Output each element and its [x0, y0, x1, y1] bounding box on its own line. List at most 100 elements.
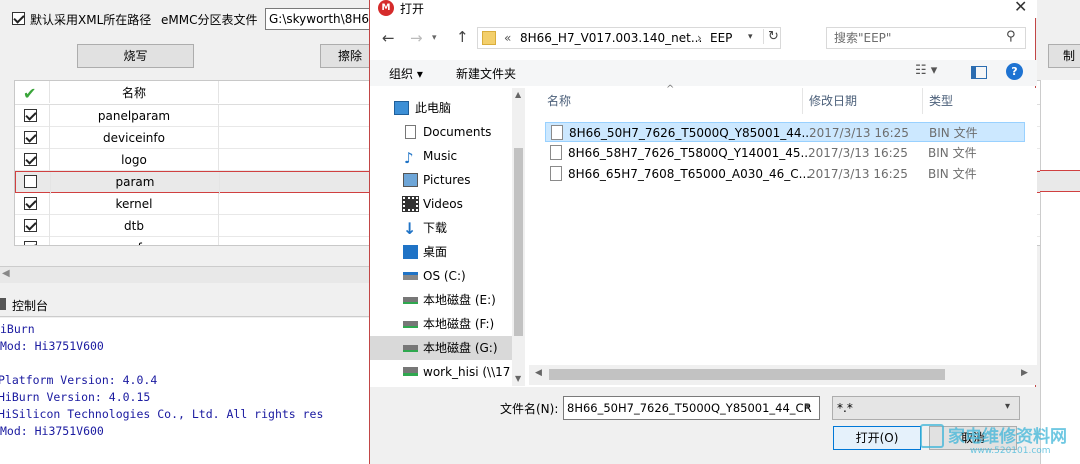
row-checkbox[interactable]: [24, 241, 37, 245]
nav-item-drive-f[interactable]: 本地磁盘 (F:): [370, 312, 512, 336]
console-tab[interactable]: 控制台: [12, 297, 48, 314]
console-line: HiSilicon Technologies Co., Ltd. All rig…: [0, 407, 324, 421]
nav-scrollbar[interactable]: ▲ ▼: [512, 88, 525, 386]
nav-item-label: Videos: [423, 197, 463, 211]
partition-name: deviceinfo: [103, 131, 165, 145]
nav-item-downloads[interactable]: ↓ 下载: [370, 216, 512, 240]
up-icon[interactable]: ↑: [456, 28, 469, 46]
nav-item-drive-g[interactable]: 本地磁盘 (G:): [370, 336, 512, 360]
default-xml-checkbox[interactable]: [12, 12, 25, 25]
horizontal-scrollbar[interactable]: ◀: [0, 266, 370, 283]
make-button[interactable]: 制: [1048, 44, 1080, 68]
preview-pane-icon[interactable]: [971, 66, 987, 79]
file-row-selected[interactable]: 8H66_50H7_7626_T5000Q_Y85001_44... 2017/…: [545, 122, 1025, 142]
videos-icon: [402, 196, 419, 212]
scroll-down-icon[interactable]: ▼: [515, 374, 521, 383]
scroll-right-icon[interactable]: ▶: [1021, 368, 1028, 378]
back-icon[interactable]: ←: [382, 29, 395, 47]
documents-icon: [405, 125, 416, 139]
filename-input[interactable]: 8H66_50H7_7626_T5000Q_Y85001_44_CR ▾: [563, 396, 820, 420]
pictures-icon: [403, 173, 418, 187]
partition-name: kernel: [115, 197, 153, 211]
close-icon[interactable]: ✕: [1014, 0, 1027, 16]
nav-item-desktop[interactable]: 桌面: [370, 240, 512, 264]
console-output: iBurn Mod: Hi3751V600 Platform Version: …: [0, 318, 370, 464]
address-bar[interactable]: « 8H66_H7_V017.003.140_net... › EEP ▾ ↻: [477, 27, 781, 49]
recent-locations-icon[interactable]: ▾: [432, 33, 437, 43]
search-input[interactable]: 搜索"EEP" ⚲: [826, 27, 1026, 49]
open-button[interactable]: 打开(O): [833, 426, 921, 450]
filename-dropdown-icon[interactable]: ▾: [805, 401, 810, 412]
address-dropdown-icon[interactable]: ▾: [748, 32, 753, 42]
forward-icon[interactable]: →: [410, 29, 423, 47]
check-all-icon[interactable]: ✔: [23, 84, 36, 103]
new-folder-button[interactable]: 新建文件夹: [456, 65, 516, 82]
selected-row-continuation: [1040, 170, 1080, 192]
row-checkbox[interactable]: [24, 153, 37, 166]
nav-item-pictures[interactable]: Pictures: [370, 168, 512, 192]
emmc-path-input[interactable]: [265, 8, 375, 30]
breadcrumb-path[interactable]: 8H66_H7_V017.003.140_net...: [520, 31, 702, 45]
folder-icon: [482, 31, 496, 45]
computer-icon: [394, 101, 409, 115]
burn-button[interactable]: 烧写: [77, 44, 194, 68]
row-checkbox[interactable]: [24, 219, 37, 232]
nav-item-network[interactable]: work_hisi (\\17: [370, 360, 512, 384]
column-header-name[interactable]: 名称: [529, 88, 802, 114]
right-panel: [1040, 80, 1080, 464]
file-row[interactable]: 8H66_65H7_7608_T65000_A030_46_C... 2017/…: [545, 164, 1025, 184]
breadcrumb-separator[interactable]: ›: [697, 31, 702, 45]
navigation-pane: 此电脑 Documents ♪ Music Pictures Videos ↓ 下载…: [370, 88, 525, 386]
nav-item-drive-e[interactable]: 本地磁盘 (E:): [370, 288, 512, 312]
column-header-name[interactable]: 名称: [50, 81, 218, 105]
view-options-icon[interactable]: ☷ ▾: [915, 63, 937, 78]
file-list-scroll-thumb[interactable]: [549, 369, 945, 380]
open-file-dialog: M 打开 ✕ ← → ▾ ↑ « 8H66_H7_V017.003.140_ne…: [369, 0, 1037, 464]
nav-item-label: OS (C:): [423, 269, 466, 283]
column-header-date[interactable]: 修改日期: [802, 88, 922, 114]
filename-label: 文件名(N):: [500, 402, 559, 416]
column-header-type[interactable]: 类型: [922, 88, 1037, 114]
file-date: 2017/3/13 16:25: [808, 167, 908, 181]
filter-dropdown-icon[interactable]: ▾: [1005, 401, 1010, 412]
file-name: 8H66_58H7_7626_T5800Q_Y14001_45...: [568, 146, 812, 160]
nav-item-videos[interactable]: Videos: [370, 192, 512, 216]
watermark-url: www.520101.com: [970, 446, 1051, 456]
nav-item-label: 桌面: [423, 245, 448, 259]
music-icon: ♪: [404, 149, 414, 167]
row-checkbox[interactable]: [24, 131, 37, 144]
filename-value: 8H66_50H7_7626_T5000Q_Y85001_44_CR: [567, 401, 812, 415]
refresh-icon[interactable]: ↻: [763, 29, 779, 44]
row-checkbox[interactable]: [24, 197, 37, 210]
row-checkbox[interactable]: [24, 109, 37, 122]
help-icon[interactable]: ?: [1006, 63, 1023, 80]
emmc-label: eMMC分区表文件: [161, 13, 258, 27]
file-row[interactable]: 8H66_58H7_7626_T5800Q_Y14001_45... 2017/…: [545, 143, 1025, 163]
file-date: 2017/3/13 16:25: [809, 126, 909, 140]
desktop-icon: [403, 245, 418, 259]
dialog-title: 打开: [400, 2, 425, 16]
nav-scroll-thumb[interactable]: [514, 148, 523, 336]
breadcrumb-current[interactable]: EEP: [710, 31, 732, 45]
nav-item-music[interactable]: ♪ Music: [370, 144, 512, 168]
file-date: 2017/3/13 16:25: [808, 146, 908, 160]
scroll-left-icon[interactable]: ◀: [2, 268, 10, 279]
watermark: 家电维修资料网 www.520101.com: [918, 418, 1080, 464]
nav-item-os-c[interactable]: OS (C:): [370, 264, 512, 288]
scroll-left-icon[interactable]: ◀: [535, 368, 542, 378]
drive-icon: [403, 321, 418, 328]
nav-item-this-pc[interactable]: 此电脑: [370, 96, 512, 120]
search-icon[interactable]: ⚲: [1006, 27, 1016, 47]
organize-menu[interactable]: 组织 ▾: [389, 65, 423, 82]
nav-item-documents[interactable]: Documents: [370, 120, 512, 144]
file-type-filter[interactable]: *.* ▾: [832, 396, 1020, 420]
nav-item-label: work_hisi (\\17: [423, 365, 511, 379]
nav-item-label: 本地磁盘 (G:): [423, 341, 498, 355]
breadcrumb-prefix[interactable]: «: [504, 31, 511, 45]
row-checkbox[interactable]: [24, 175, 37, 188]
nav-item-label: 本地磁盘 (F:): [423, 317, 495, 331]
nav-item-label: 此电脑: [415, 101, 452, 115]
scroll-up-icon[interactable]: ▲: [515, 90, 521, 99]
file-list-hscrollbar[interactable]: ◀ ▶: [529, 365, 1037, 385]
nav-item-label: Music: [423, 149, 458, 163]
